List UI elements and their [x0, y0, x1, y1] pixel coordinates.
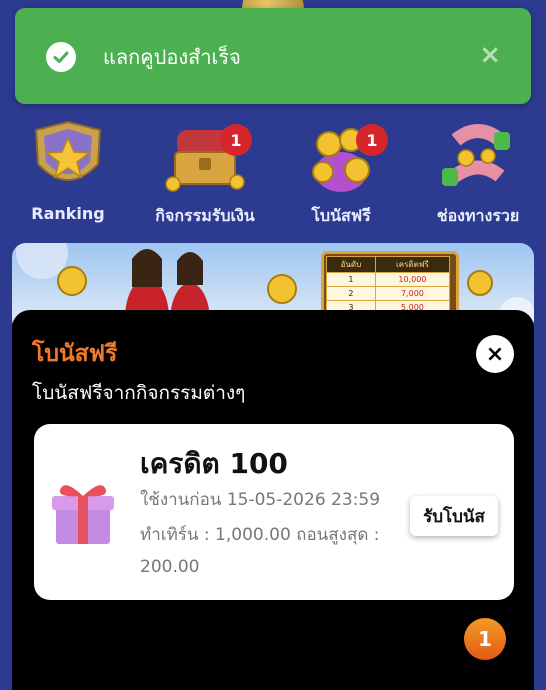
- menu-item-free-bonus[interactable]: 1 โบนัสฟรี: [276, 118, 406, 230]
- claim-bonus-button[interactable]: รับโบนัส: [410, 496, 498, 536]
- notification-badge: 1: [356, 124, 388, 156]
- sheet-title: โบนัสฟรี: [32, 341, 118, 367]
- count-badge: 1: [464, 618, 506, 660]
- board-header: เครดิตฟรี: [374, 256, 451, 273]
- quick-menu: Ranking 1 กิจกรรมรับเงิน 1 โบนัสฟรี ช่อง…: [0, 118, 546, 230]
- magnet-icon: [442, 124, 510, 186]
- expiry-text: ใช้งานก่อน 15-05-2026 23:59: [140, 490, 381, 510]
- gift-box-icon: [52, 485, 114, 544]
- menu-label: โบนัสฟรี: [311, 206, 371, 225]
- max-withdraw-value: 200.00: [140, 557, 200, 577]
- bonus-card: เครดิต 100 ใช้งานก่อน 15-05-2026 23:59 ท…: [34, 424, 514, 600]
- menu-item-rich-channel[interactable]: ช่องทางรวย: [413, 118, 543, 230]
- success-toast: แลกคูปองสำเร็จ ×: [15, 8, 531, 104]
- turnover-text: ทำเทิร์น : 1,000.00 ถอนสูงสุด :: [140, 525, 380, 545]
- board-credit: 7,000: [374, 286, 451, 301]
- menu-label: ช่องทางรวย: [436, 206, 520, 225]
- menu-label: Ranking: [31, 204, 105, 223]
- board-header: อันดับ: [326, 256, 376, 273]
- toast-message: แลกคูปองสำเร็จ: [103, 45, 241, 69]
- toast-close-icon[interactable]: ×: [479, 42, 501, 68]
- board-rank: 1: [326, 272, 376, 287]
- menu-label: กิจกรรมรับเงิน: [155, 206, 255, 225]
- ranking-trophy-icon: [34, 120, 102, 181]
- check-circle-icon: [46, 42, 76, 72]
- close-button[interactable]: ×: [476, 335, 514, 373]
- board-rank: 2: [326, 286, 376, 301]
- notification-badge: 1: [220, 124, 252, 156]
- sheet-subtitle: โบนัสฟรีจากกิจกรรมต่างๆ: [32, 382, 246, 404]
- menu-item-earn-activity[interactable]: 1 กิจกรรมรับเงิน: [140, 118, 270, 230]
- credit-amount: เครดิต 100: [140, 447, 288, 480]
- free-bonus-sheet: โบนัสฟรี โบนัสฟรีจากกิจกรรมต่างๆ × เครดิ…: [12, 310, 534, 690]
- menu-item-ranking[interactable]: Ranking: [3, 118, 133, 230]
- board-credit: 10,000: [374, 272, 451, 287]
